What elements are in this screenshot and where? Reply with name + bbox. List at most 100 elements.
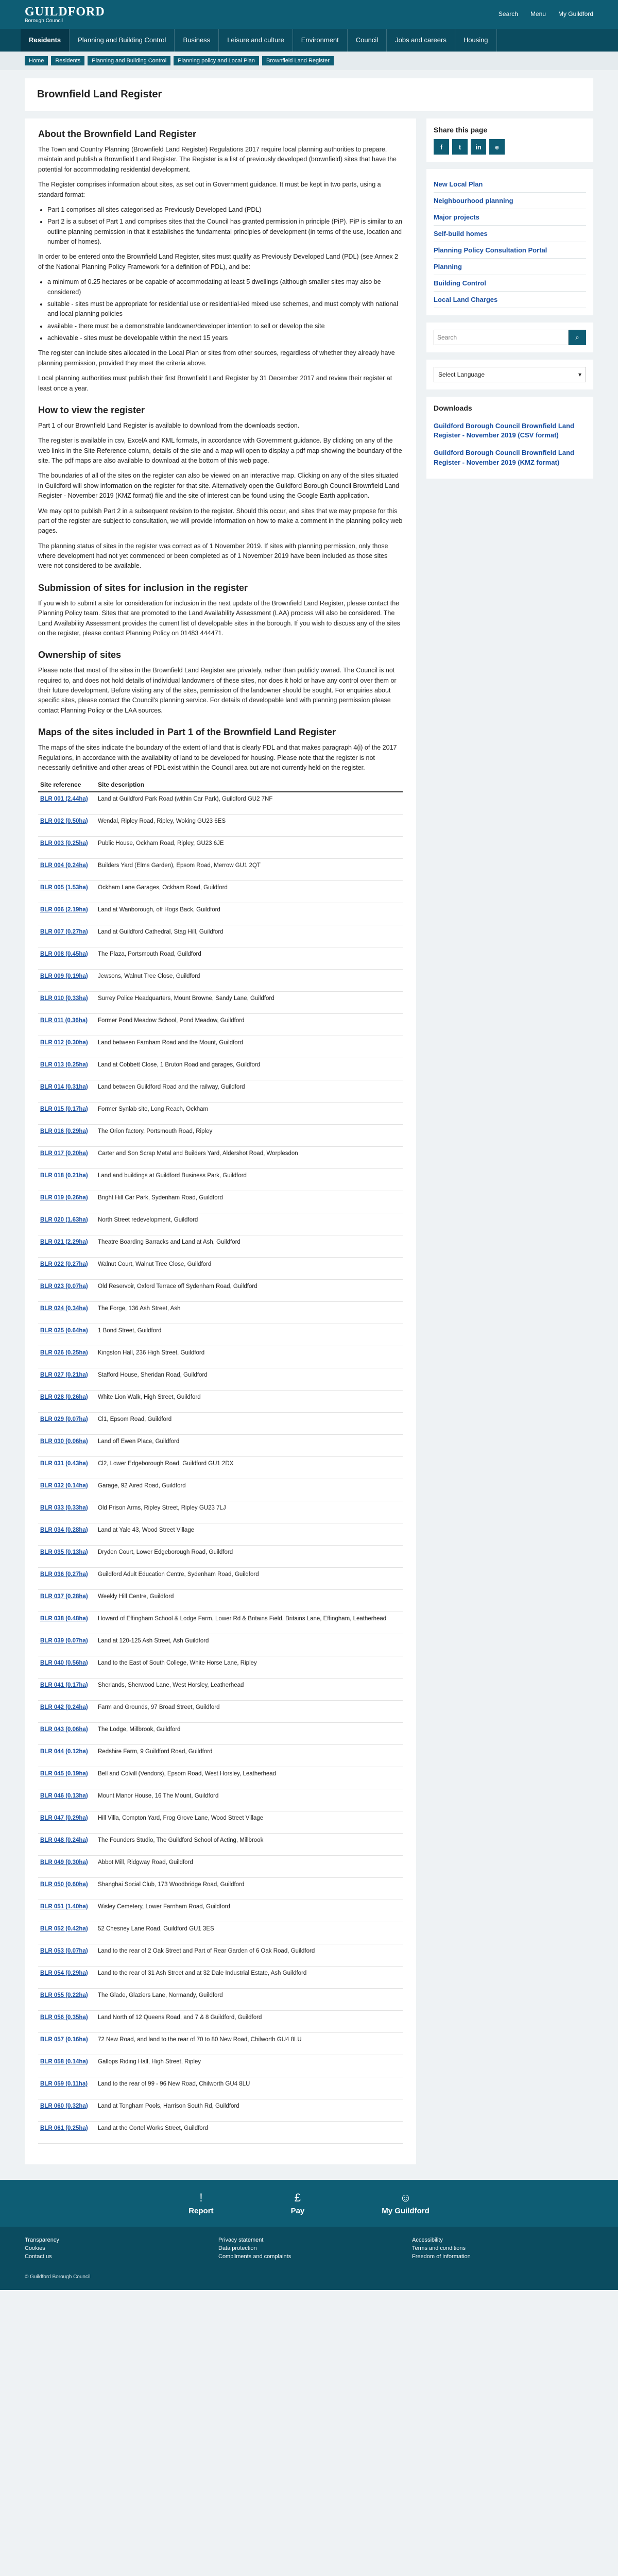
site-reference-link[interactable]: BLR 024 (0.34ha) xyxy=(40,1305,94,1313)
footer-link[interactable]: Contact us xyxy=(25,2253,206,2260)
facebook-icon[interactable]: f xyxy=(434,139,449,155)
site-reference-link[interactable]: BLR 043 (0.06ha) xyxy=(40,1726,94,1734)
nav-item-residents[interactable]: Residents xyxy=(21,29,70,52)
breadcrumb-home[interactable]: Home xyxy=(25,56,48,65)
nav-item-council[interactable]: Council xyxy=(348,29,387,52)
site-reference-link[interactable]: BLR 041 (0.17ha) xyxy=(40,1682,94,1689)
search-input[interactable] xyxy=(434,330,569,345)
site-reference-link[interactable]: BLR 011 (0.36ha) xyxy=(40,1017,94,1025)
site-reference-link[interactable]: BLR 017 (0.20ha) xyxy=(40,1150,94,1158)
site-reference-link[interactable]: BLR 056 (0.35ha) xyxy=(40,2014,94,2022)
sidebar-item-neighbourhood[interactable]: Neighbourhood planning xyxy=(434,193,586,209)
my-guildford-button[interactable]: ☺ My Guildford xyxy=(382,2191,430,2215)
site-reference-link[interactable]: BLR 023 (0.07ha) xyxy=(40,1283,94,1291)
sidebar-item-planning[interactable]: Planning xyxy=(434,259,586,275)
nav-item-jobs[interactable]: Jobs and careers xyxy=(387,29,455,52)
site-reference-link[interactable]: BLR 048 (0.24ha) xyxy=(40,1837,94,1844)
site-reference-link[interactable]: BLR 061 (0.25ha) xyxy=(40,2125,94,2132)
footer-link[interactable]: Terms and conditions xyxy=(412,2245,593,2251)
site-reference-link[interactable]: BLR 057 (0.16ha) xyxy=(40,2036,94,2044)
site-reference-link[interactable]: BLR 042 (0.24ha) xyxy=(40,1704,94,1711)
site-reference-link[interactable]: BLR 018 (0.21ha) xyxy=(40,1172,94,1180)
site-reference-link[interactable]: BLR 016 (0.29ha) xyxy=(40,1128,94,1136)
site-reference-link[interactable]: BLR 006 (2.19ha) xyxy=(40,906,94,914)
site-reference-link[interactable]: BLR 001 (2.44ha) xyxy=(40,795,94,803)
site-reference-link[interactable]: BLR 028 (0.26ha) xyxy=(40,1394,94,1401)
site-reference-link[interactable]: BLR 054 (0.29ha) xyxy=(40,1970,94,1977)
footer-link[interactable]: Privacy statement xyxy=(218,2237,400,2243)
site-reference-link[interactable]: BLR 031 (0.43ha) xyxy=(40,1460,94,1468)
language-select[interactable]: Select Language ▾ xyxy=(434,367,586,382)
site-reference-link[interactable]: BLR 002 (0.50ha) xyxy=(40,818,94,825)
site-reference-link[interactable]: BLR 019 (0.26ha) xyxy=(40,1194,94,1202)
nav-item-business[interactable]: Business xyxy=(175,29,219,52)
search-link[interactable]: Search xyxy=(499,10,518,18)
account-link[interactable]: My Guildford xyxy=(558,10,593,18)
footer-link[interactable]: Cookies xyxy=(25,2245,206,2251)
download-kmz[interactable]: Guildford Borough Council Brownfield Lan… xyxy=(434,444,586,471)
site-reference-link[interactable]: BLR 004 (0.24ha) xyxy=(40,862,94,870)
site-reference-link[interactable]: BLR 009 (0.19ha) xyxy=(40,973,94,980)
site-reference-link[interactable]: BLR 021 (2.29ha) xyxy=(40,1239,94,1246)
report-button[interactable]: ! Report xyxy=(188,2191,213,2215)
sidebar-item-new-local-plan[interactable]: New Local Plan xyxy=(434,176,586,193)
site-reference-link[interactable]: BLR 035 (0.13ha) xyxy=(40,1549,94,1556)
site-reference-link[interactable]: BLR 032 (0.14ha) xyxy=(40,1482,94,1490)
site-reference-link[interactable]: BLR 055 (0.22ha) xyxy=(40,1992,94,1999)
site-reference-link[interactable]: BLR 010 (0.33ha) xyxy=(40,995,94,1003)
site-reference-link[interactable]: BLR 039 (0.07ha) xyxy=(40,1637,94,1645)
footer-link[interactable]: Freedom of information xyxy=(412,2253,593,2260)
search-button[interactable]: ⌕ xyxy=(569,330,586,345)
nav-item-leisure[interactable]: Leisure and culture xyxy=(219,29,293,52)
menu-link[interactable]: Menu xyxy=(530,10,546,18)
council-logo[interactable]: GUILDFORD Borough Council xyxy=(25,5,105,24)
site-reference-link[interactable]: BLR 007 (0.27ha) xyxy=(40,928,94,936)
site-reference-link[interactable]: BLR 051 (1.40ha) xyxy=(40,1903,94,1911)
site-reference-link[interactable]: BLR 008 (0.45ha) xyxy=(40,951,94,958)
breadcrumb-residents[interactable]: Residents xyxy=(51,56,85,65)
site-reference-link[interactable]: BLR 050 (0.60ha) xyxy=(40,1881,94,1889)
breadcrumb-policy[interactable]: Planning policy and Local Plan xyxy=(174,56,260,65)
site-reference-link[interactable]: BLR 026 (0.25ha) xyxy=(40,1349,94,1357)
site-reference-link[interactable]: BLR 038 (0.48ha) xyxy=(40,1615,94,1623)
footer-link[interactable]: Compliments and complaints xyxy=(218,2253,400,2260)
site-reference-link[interactable]: BLR 047 (0.29ha) xyxy=(40,1815,94,1822)
sidebar-item-major-projects[interactable]: Major projects xyxy=(434,209,586,226)
site-reference-link[interactable]: BLR 012 (0.30ha) xyxy=(40,1039,94,1047)
site-reference-link[interactable]: BLR 059 (0.11ha) xyxy=(40,2080,94,2088)
site-reference-link[interactable]: BLR 005 (1.53ha) xyxy=(40,884,94,892)
site-reference-link[interactable]: BLR 025 (0.64ha) xyxy=(40,1327,94,1335)
site-reference-link[interactable]: BLR 036 (0.27ha) xyxy=(40,1571,94,1579)
sidebar-item-land-charges[interactable]: Local Land Charges xyxy=(434,292,586,308)
site-reference-link[interactable]: BLR 033 (0.33ha) xyxy=(40,1504,94,1512)
site-reference-link[interactable]: BLR 013 (0.25ha) xyxy=(40,1061,94,1069)
sidebar-item-building-control[interactable]: Building Control xyxy=(434,275,586,292)
nav-item-planning[interactable]: Planning and Building Control xyxy=(70,29,175,52)
site-reference-link[interactable]: BLR 014 (0.31ha) xyxy=(40,1083,94,1091)
site-reference-link[interactable]: BLR 027 (0.21ha) xyxy=(40,1371,94,1379)
site-reference-link[interactable]: BLR 030 (0.06ha) xyxy=(40,1438,94,1446)
site-reference-link[interactable]: BLR 044 (0.12ha) xyxy=(40,1748,94,1756)
site-reference-link[interactable]: BLR 029 (0.07ha) xyxy=(40,1416,94,1423)
twitter-icon[interactable]: t xyxy=(452,139,468,155)
site-reference-link[interactable]: BLR 053 (0.07ha) xyxy=(40,1947,94,1955)
site-reference-link[interactable]: BLR 046 (0.13ha) xyxy=(40,1792,94,1800)
pay-button[interactable]: £ Pay xyxy=(291,2191,305,2215)
site-reference-link[interactable]: BLR 049 (0.30ha) xyxy=(40,1859,94,1867)
site-reference-link[interactable]: BLR 040 (0.56ha) xyxy=(40,1659,94,1667)
site-reference-link[interactable]: BLR 045 (0.19ha) xyxy=(40,1770,94,1778)
footer-link[interactable]: Transparency xyxy=(25,2237,206,2243)
site-reference-link[interactable]: BLR 058 (0.14ha) xyxy=(40,2058,94,2066)
sidebar-item-self-build[interactable]: Self-build homes xyxy=(434,226,586,242)
footer-link[interactable]: Accessibility xyxy=(412,2237,593,2243)
site-reference-link[interactable]: BLR 034 (0.28ha) xyxy=(40,1527,94,1534)
breadcrumb-planning[interactable]: Planning and Building Control xyxy=(88,56,171,65)
site-reference-link[interactable]: BLR 003 (0.25ha) xyxy=(40,840,94,848)
nav-item-environment[interactable]: Environment xyxy=(293,29,348,52)
footer-link[interactable]: Data protection xyxy=(218,2245,400,2251)
site-reference-link[interactable]: BLR 015 (0.17ha) xyxy=(40,1106,94,1113)
sidebar-item-consultation-portal[interactable]: Planning Policy Consultation Portal xyxy=(434,242,586,259)
email-icon[interactable]: e xyxy=(489,139,505,155)
nav-item-housing[interactable]: Housing xyxy=(455,29,497,52)
site-reference-link[interactable]: BLR 052 (0.42ha) xyxy=(40,1925,94,1933)
